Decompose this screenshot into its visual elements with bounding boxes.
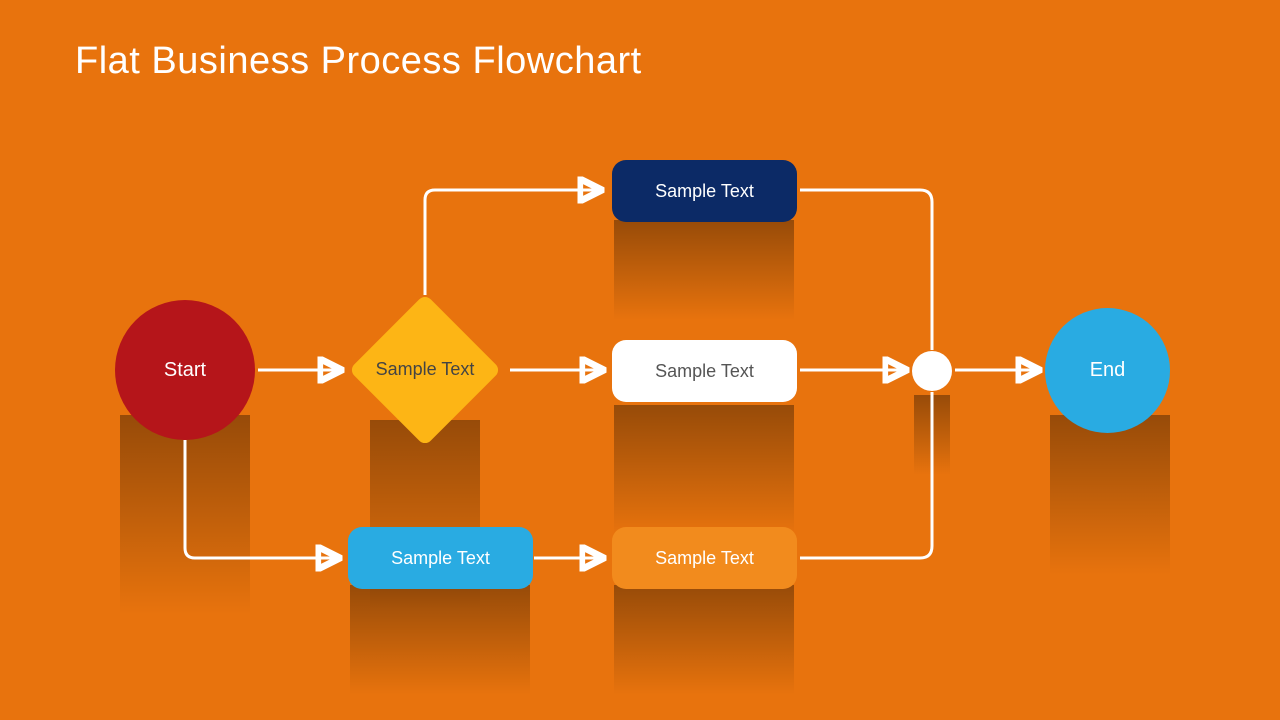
process-top-label: Sample Text	[655, 181, 754, 202]
process-mid-label: Sample Text	[655, 361, 754, 382]
shadow	[350, 585, 530, 695]
process-node-bottom-right: Sample Text	[612, 527, 797, 589]
start-label: Start	[164, 359, 206, 382]
process-node-mid: Sample Text	[612, 340, 797, 402]
junction-node	[912, 351, 952, 391]
process-node-top: Sample Text	[612, 160, 797, 222]
shadow	[614, 585, 794, 695]
shadow	[614, 405, 794, 535]
end-label: End	[1090, 359, 1126, 382]
process-br-label: Sample Text	[655, 548, 754, 569]
decision-label: Sample Text	[370, 359, 480, 381]
flowchart-canvas: Flat Business Process Flowchart	[0, 0, 1280, 720]
end-node: End	[1045, 308, 1170, 433]
slide-title: Flat Business Process Flowchart	[75, 40, 642, 83]
decision-node: Sample Text	[350, 295, 500, 445]
shadow	[120, 415, 250, 615]
process-bl-label: Sample Text	[391, 548, 490, 569]
shadow	[1050, 415, 1170, 575]
start-node: Start	[115, 300, 255, 440]
shadow	[914, 395, 950, 475]
process-node-bottom-left: Sample Text	[348, 527, 533, 589]
shadow	[614, 220, 794, 320]
